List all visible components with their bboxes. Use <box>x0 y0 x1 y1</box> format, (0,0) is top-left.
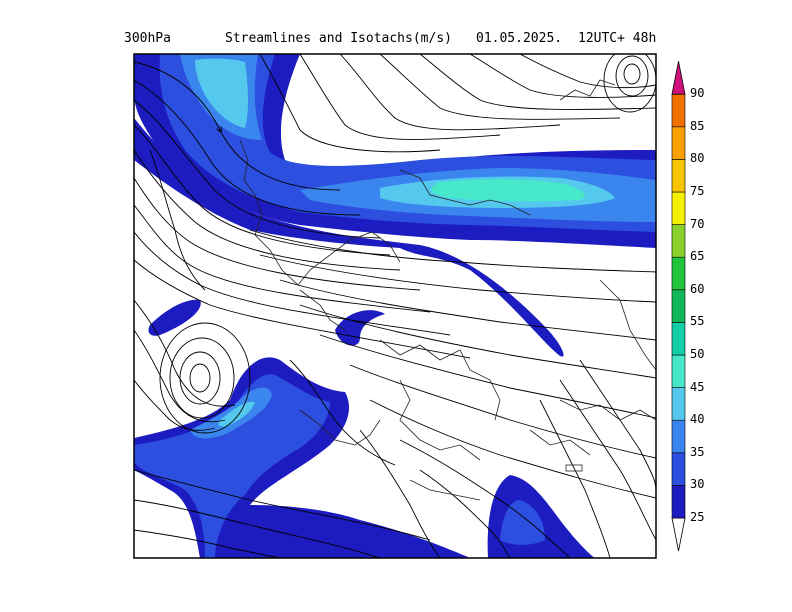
colorbar-band-50 <box>671 322 686 356</box>
colorbar-band-35 <box>671 419 686 454</box>
isotach-25-southeast <box>487 475 595 558</box>
colorbar-label-40: 40 <box>690 412 705 427</box>
colorbar-label-90: 90 <box>690 86 705 101</box>
colorbar-label-50: 50 <box>690 347 705 361</box>
colorbar-label-35: 35 <box>690 444 705 459</box>
colorbar-band-40 <box>671 387 686 421</box>
colorbar-band-75 <box>671 159 686 193</box>
colorbar-band-80 <box>671 126 686 160</box>
colorbar-band-45 <box>671 354 686 388</box>
colorbar-band-65 <box>671 224 686 258</box>
colorbar-band-60 <box>671 256 686 291</box>
colorbar-label-70: 70 <box>690 216 705 231</box>
colorbar-label-30: 30 <box>690 477 705 492</box>
colorbar-label-60: 60 <box>690 281 705 296</box>
colorbar-band-55 <box>671 289 686 323</box>
colorbar-label-85: 85 <box>690 118 705 133</box>
colorbar <box>671 61 686 552</box>
colorbar-label-25: 25 <box>690 510 705 524</box>
colorbar-label-65: 65 <box>690 249 705 264</box>
colorbar-label-75: 75 <box>690 184 705 198</box>
colorbar-lower-extension <box>671 517 686 552</box>
colorbar-label-45: 45 <box>690 379 705 394</box>
colorbar-band-25 <box>671 485 686 519</box>
colorbar-upper-extension <box>671 61 686 95</box>
colorbar-band-30 <box>671 452 686 486</box>
weather-map <box>133 53 686 559</box>
isotach-fill <box>134 54 656 558</box>
colorbar-label-55: 55 <box>690 314 705 329</box>
isotach-25-blob-west <box>148 299 201 336</box>
colorbar-band-70 <box>671 191 686 225</box>
colorbar-label-80: 80 <box>690 151 705 166</box>
colorbar-band-85 <box>671 93 686 128</box>
isotach-25-blob-center <box>335 310 385 346</box>
